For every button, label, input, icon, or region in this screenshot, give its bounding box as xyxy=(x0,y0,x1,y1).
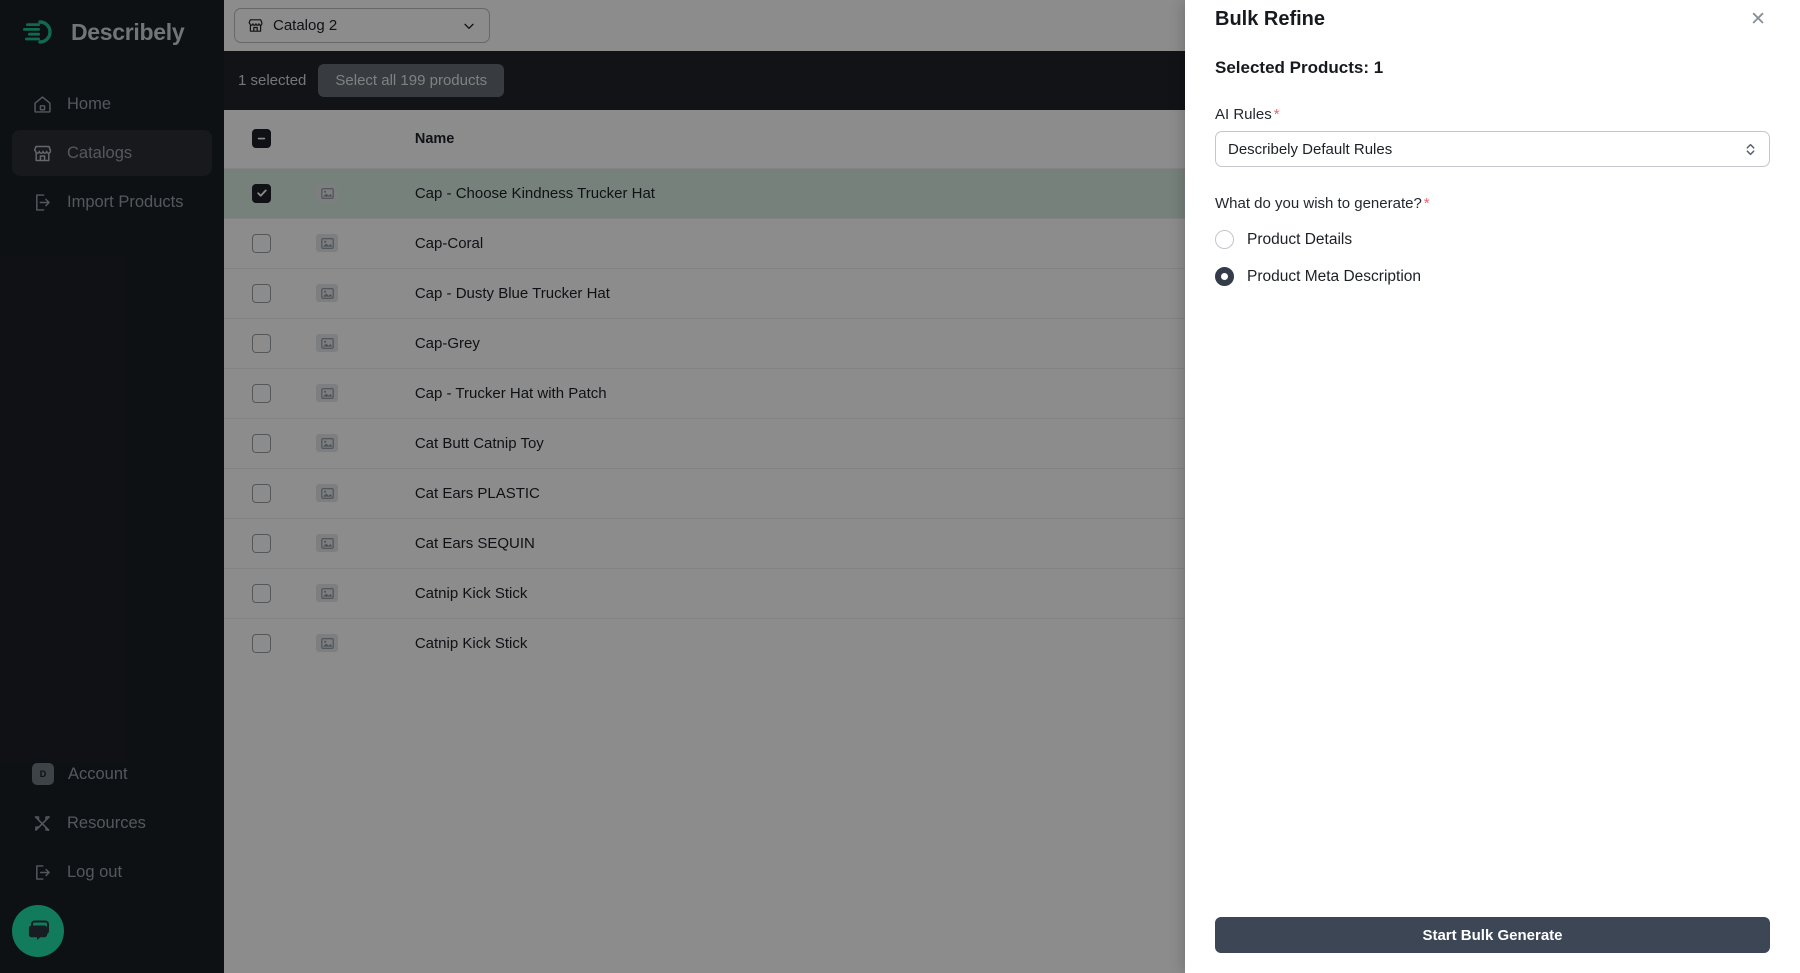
radio-label: Product Meta Description xyxy=(1247,268,1421,286)
radio-label: Product Details xyxy=(1247,231,1352,249)
radio-button[interactable] xyxy=(1215,230,1234,249)
radio-button[interactable] xyxy=(1215,267,1234,286)
drawer-header: Bulk Refine ✕ xyxy=(1215,0,1770,31)
required-asterisk: * xyxy=(1424,195,1430,212)
bulk-refine-drawer: Bulk Refine ✕ Selected Products: 1 AI Ru… xyxy=(1185,0,1800,973)
drawer-title: Bulk Refine xyxy=(1215,8,1325,31)
generate-question-label: What do you wish to generate?* xyxy=(1215,195,1770,212)
radio-option-product-meta-description[interactable]: Product Meta Description xyxy=(1215,267,1770,286)
required-asterisk: * xyxy=(1274,106,1280,123)
close-icon[interactable]: ✕ xyxy=(1746,8,1770,31)
stepper-updown-icon xyxy=(1744,141,1757,158)
selected-products-count: Selected Products: 1 xyxy=(1215,58,1770,78)
drawer-footer: Start Bulk Generate xyxy=(1185,917,1800,973)
app-root: Describely Home Catalogs xyxy=(0,0,1800,973)
ai-rules-select[interactable]: Describely Default Rules xyxy=(1215,131,1770,167)
drawer-body: Bulk Refine ✕ Selected Products: 1 AI Ru… xyxy=(1185,0,1800,917)
ai-rules-field-label: AI Rules* xyxy=(1215,106,1770,123)
modal-scrim[interactable] xyxy=(0,0,1185,973)
generate-question-text: What do you wish to generate? xyxy=(1215,195,1422,212)
radio-option-product-details[interactable]: Product Details xyxy=(1215,230,1770,249)
ai-rules-select-value: Describely Default Rules xyxy=(1228,141,1392,158)
start-bulk-generate-button[interactable]: Start Bulk Generate xyxy=(1215,917,1770,953)
ai-rules-field-label-text: AI Rules xyxy=(1215,106,1272,123)
